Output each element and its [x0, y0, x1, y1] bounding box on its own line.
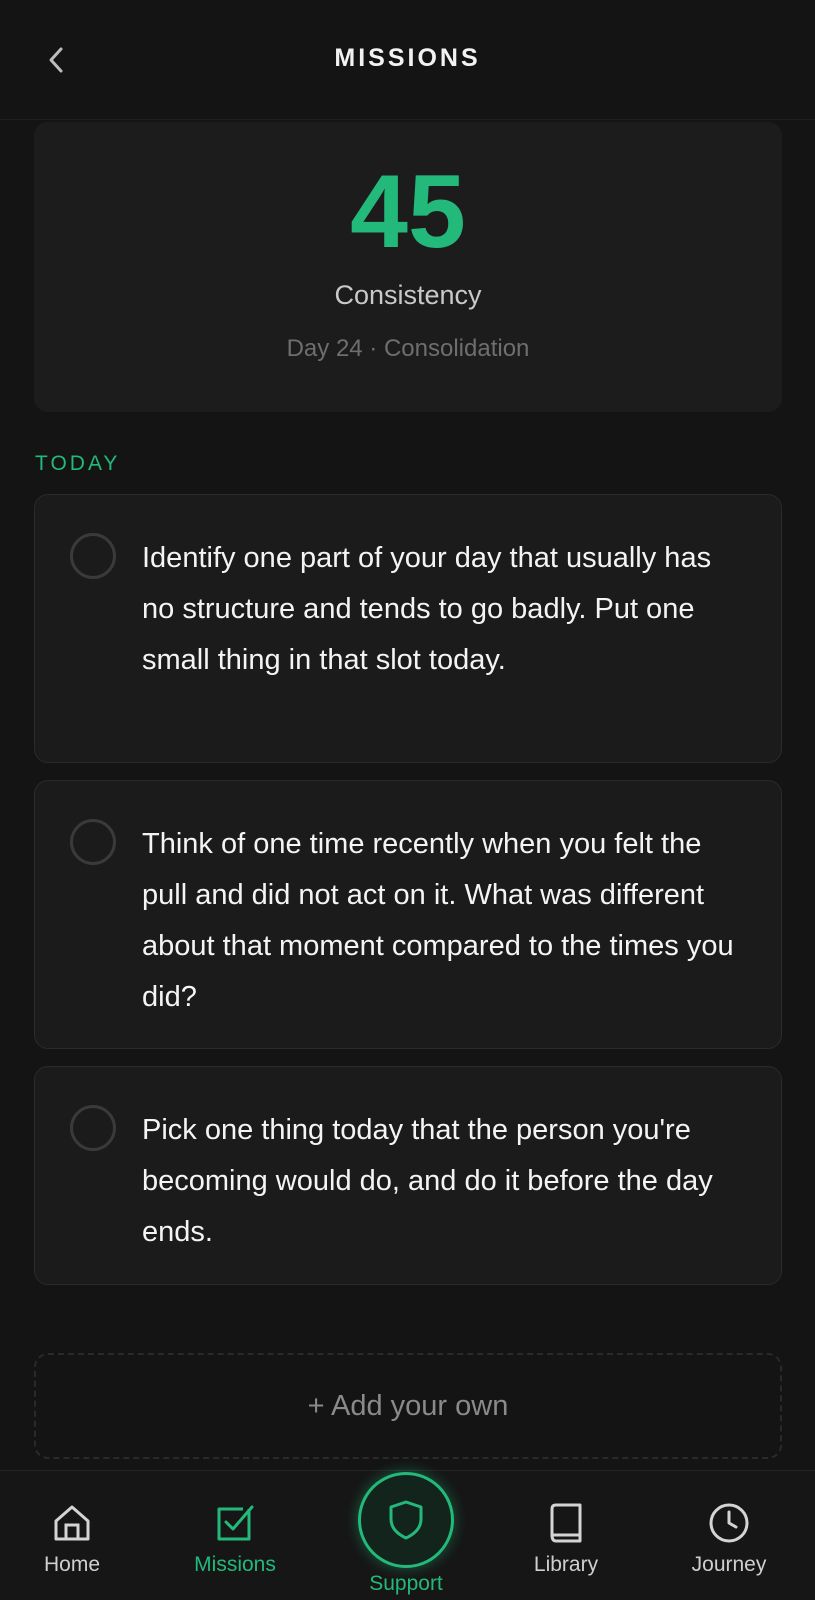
home-icon [54, 1505, 90, 1541]
add-your-own-button[interactable]: + Add your own [34, 1353, 782, 1459]
nav-label-missions: Missions [194, 1553, 276, 1576]
consistency-score: 45 [350, 154, 466, 270]
consistency-card: 45 Consistency Day 24 · Consolidation [34, 122, 782, 412]
check-square-icon [217, 1505, 254, 1541]
page-title: MISSIONS [334, 44, 481, 72]
nav-label-home: Home [43, 1553, 101, 1576]
missions-screen: MISSIONS 45 Consistency Day 24 · Consoli… [0, 0, 815, 1600]
nav-item-home[interactable]: Home [12, 1501, 132, 1577]
mission-text: Pick one thing today that the person you… [142, 1114, 713, 1248]
book-icon [550, 1503, 582, 1543]
nav-label-library: Library [533, 1553, 599, 1576]
nav-item-missions[interactable]: Missions [175, 1501, 295, 1577]
mission-text: Think of one time recently when you felt… [142, 828, 734, 1013]
consistency-label: Consistency [334, 280, 482, 310]
mission-card[interactable]: Think of one time recently when you felt… [34, 780, 782, 1049]
nav-item-journey[interactable]: Journey [669, 1501, 789, 1577]
mission-checkbox[interactable] [70, 533, 116, 579]
shield-icon [389, 1500, 423, 1540]
day-phase-label: Day 24 · Consolidation [286, 335, 530, 362]
nav-item-library[interactable]: Library [506, 1501, 626, 1577]
nav-label-support: Support [369, 1572, 443, 1595]
support-button[interactable] [358, 1472, 454, 1568]
mission-text: Identify one part of your day that usual… [142, 542, 712, 676]
mission-card[interactable]: Pick one thing today that the person you… [34, 1066, 782, 1285]
section-title-today: TODAY [35, 452, 121, 475]
mission-checkbox[interactable] [70, 1105, 116, 1151]
clock-icon [709, 1503, 749, 1543]
nav-label-journey: Journey [691, 1553, 767, 1576]
mission-checkbox[interactable] [70, 819, 116, 865]
top-bar: MISSIONS [0, 0, 815, 120]
mission-card[interactable]: Identify one part of your day that usual… [34, 494, 782, 763]
